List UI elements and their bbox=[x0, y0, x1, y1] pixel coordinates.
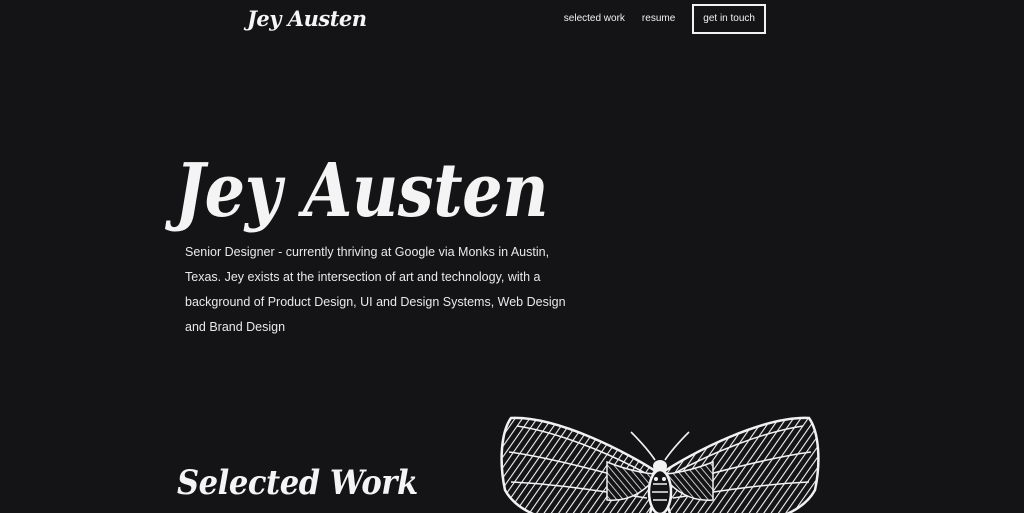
moth-illustration-icon bbox=[500, 416, 820, 513]
main-nav: selected work resume get in touch bbox=[564, 4, 766, 34]
hero-title: Jey Austen bbox=[175, 148, 549, 234]
site-logo[interactable]: Jey Austen bbox=[247, 6, 367, 31]
selected-work-heading: Selected Work bbox=[177, 463, 418, 503]
page: Jey Austen selected work resume get in t… bbox=[0, 0, 1024, 513]
get-in-touch-button[interactable]: get in touch bbox=[692, 4, 766, 34]
nav-link-resume[interactable]: resume bbox=[642, 4, 675, 34]
nav-link-selected-work[interactable]: selected work bbox=[564, 4, 625, 34]
hero-bio: Senior Designer - currently thriving at … bbox=[185, 245, 566, 334]
